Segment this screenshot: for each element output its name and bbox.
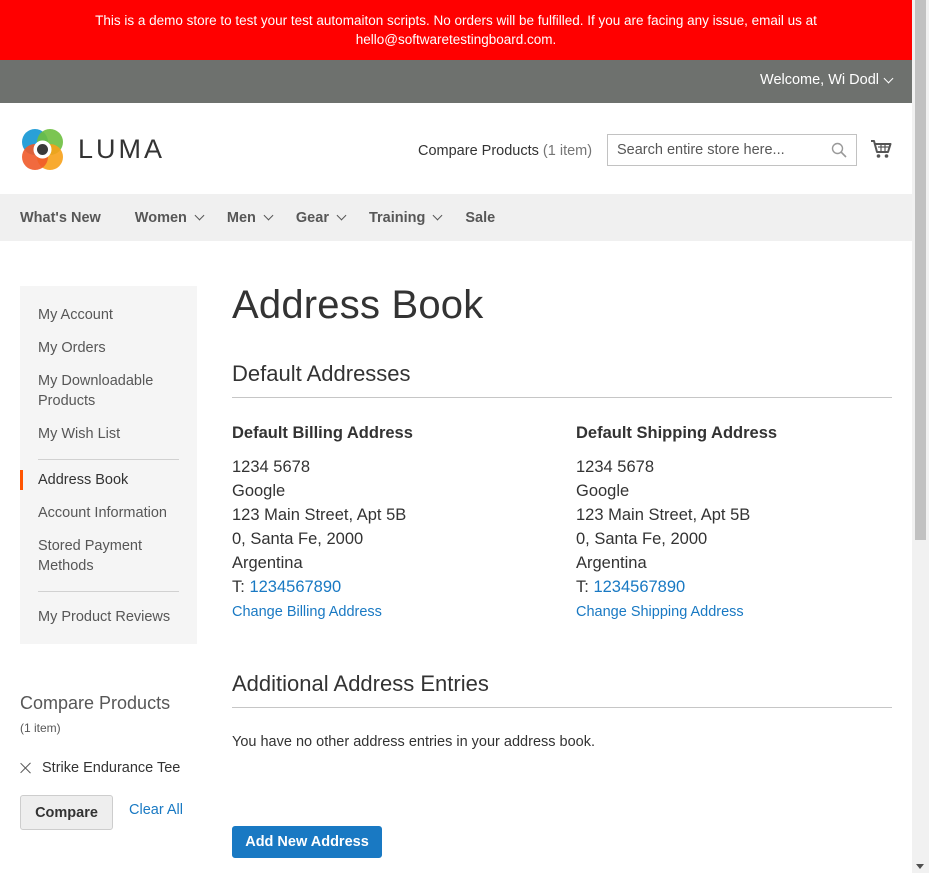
scroll-down-arrow-icon[interactable] (916, 864, 924, 869)
sidebar-item-my-downloadable-products[interactable]: My Downloadable Products (20, 371, 180, 411)
sidebar-divider (38, 459, 179, 460)
customer-menu-toggle[interactable]: Welcome, Wi Dodl (760, 72, 894, 88)
nav-item-training[interactable]: Training (368, 209, 443, 226)
logo-text: LUMA (78, 134, 166, 164)
main-navigation: What's New Women Men Gear Training Sale (0, 194, 912, 241)
nav-item-label: Women (134, 209, 187, 226)
compare-products-count: (1 item) (542, 143, 593, 159)
demo-notice-line-2: hello@softwaretestingboard.com. (355, 32, 557, 47)
sidebar-item-stored-payment-methods[interactable]: Stored Payment Methods (20, 536, 170, 576)
welcome-text: Welcome, Wi Dodl (760, 72, 879, 88)
nav-item-label: Men (226, 209, 256, 226)
compare-widget-title: Compare Products (20, 693, 171, 713)
main-content: Address Book Default Addresses Default B… (232, 283, 892, 858)
nav-item-sale[interactable]: Sale (465, 210, 495, 226)
nav-item-label: Sale (465, 209, 496, 226)
billing-telephone-link[interactable]: 1234567890 (249, 578, 341, 596)
billing-company: Google (232, 482, 286, 500)
nav-item-label: What's New (20, 209, 101, 226)
nav-item-label: Gear (295, 209, 329, 226)
sidebar-divider (38, 591, 179, 592)
sidebar-item-my-wish-list[interactable]: My Wish List (20, 424, 197, 444)
add-new-address-button[interactable]: Add New Address (232, 826, 382, 858)
chevron-down-icon (336, 210, 347, 221)
scrollbar-thumb[interactable] (915, 0, 926, 540)
billing-name: 1234 5678 (232, 458, 310, 476)
nav-item-gear[interactable]: Gear (295, 209, 347, 226)
nav-item-label: Training (368, 209, 426, 226)
shipping-telephone: T: 1234567890 (576, 575, 892, 599)
shipping-address-box: Default Shipping Address 1234 5678 Googl… (576, 424, 892, 620)
nav-item-men[interactable]: Men (226, 209, 274, 226)
chevron-down-icon (194, 210, 205, 221)
account-sidebar: My Account My Orders My Downloadable Pro… (20, 286, 197, 644)
search-input[interactable] (608, 135, 823, 165)
shipping-city: 0, Santa Fe, 2000 (576, 530, 708, 548)
clear-all-link[interactable]: Clear All (129, 802, 183, 818)
billing-street: 123 Main Street, Apt 5B (232, 506, 407, 524)
sidebar-item-my-orders[interactable]: My Orders (20, 338, 197, 358)
search-icon[interactable] (831, 142, 847, 158)
shipping-name: 1234 5678 (576, 458, 654, 476)
shipping-telephone-link[interactable]: 1234567890 (593, 578, 685, 596)
shipping-street: 123 Main Street, Apt 5B (576, 506, 751, 524)
site-header: LUMA Compare Products (1 item) (0, 103, 912, 194)
telephone-prefix: T: (232, 578, 245, 596)
compare-widget-count: (1 item) (20, 721, 61, 735)
chevron-down-icon (883, 73, 894, 83)
chevron-down-icon (263, 210, 274, 221)
compare-products-link[interactable]: Compare Products (1 item) (418, 143, 592, 159)
compare-products-label: Compare Products (418, 143, 539, 159)
page: This is a demo store to test your test a… (0, 0, 912, 873)
default-addresses-block: Default Billing Address 1234 5678 Google… (232, 398, 892, 658)
demo-notice-banner: This is a demo store to test your test a… (0, 0, 912, 60)
page-title: Address Book (232, 283, 484, 327)
billing-address-title: Default Billing Address (232, 424, 413, 442)
search-form (607, 134, 857, 166)
additional-addresses-title: Additional Address Entries (232, 671, 892, 708)
nav-item-whats-new[interactable]: What's New (20, 210, 101, 226)
empty-address-message: You have no other address entries in you… (232, 734, 596, 750)
logo[interactable]: LUMA (20, 127, 165, 172)
cart-icon[interactable] (870, 138, 892, 160)
sidebar-item-my-account[interactable]: My Account (20, 305, 197, 325)
vertical-scrollbar[interactable] (912, 0, 929, 873)
luma-logo-icon (22, 129, 63, 170)
billing-address-body: 1234 5678 Google 123 Main Street, Apt 5B… (232, 455, 562, 599)
shipping-company: Google (576, 482, 630, 500)
billing-address-box: Default Billing Address 1234 5678 Google… (232, 424, 562, 620)
nav-item-women[interactable]: Women (134, 209, 205, 226)
shipping-address-body: 1234 5678 Google 123 Main Street, Apt 5B… (576, 455, 892, 599)
compare-products-widget: Compare Products (1 item) Strike Enduran… (20, 693, 197, 830)
chevron-down-icon (432, 210, 443, 221)
shipping-country: Argentina (576, 554, 647, 572)
top-panel: Welcome, Wi Dodl (0, 60, 912, 103)
sidebar-item-address-book: Address Book (20, 470, 197, 490)
compare-item-name[interactable]: Strike Endurance Tee (42, 760, 180, 776)
demo-notice-line-1: This is a demo store to test your test a… (95, 13, 817, 28)
sidebar-item-my-product-reviews[interactable]: My Product Reviews (20, 607, 197, 627)
billing-city: 0, Santa Fe, 2000 (232, 530, 364, 548)
billing-telephone: T: 1234567890 (232, 575, 562, 599)
billing-country: Argentina (232, 554, 303, 572)
compare-button[interactable]: Compare (20, 795, 113, 830)
change-billing-address-link[interactable]: Change Billing Address (232, 604, 562, 620)
shipping-address-title: Default Shipping Address (576, 424, 778, 442)
sidebar-item-account-information[interactable]: Account Information (20, 503, 197, 523)
remove-icon[interactable] (20, 762, 32, 774)
telephone-prefix: T: (576, 578, 589, 596)
default-addresses-title: Default Addresses (232, 361, 892, 398)
compare-item: Strike Endurance Tee (20, 760, 180, 776)
change-shipping-address-link[interactable]: Change Shipping Address (576, 604, 892, 620)
